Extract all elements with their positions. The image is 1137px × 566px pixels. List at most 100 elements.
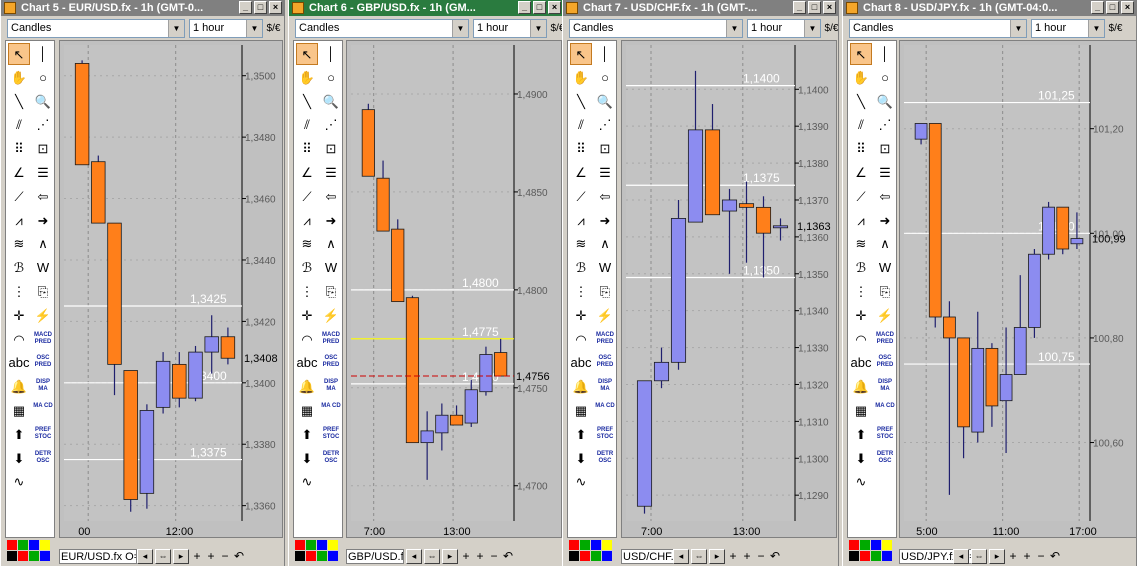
parallel-lines-icon[interactable]: ⫽	[570, 114, 592, 136]
close-button[interactable]: ×	[823, 1, 836, 14]
ma-cd-icon[interactable]: MA CD	[320, 400, 342, 422]
trend-line-icon[interactable]: ╲	[850, 91, 872, 113]
osc-pred-icon[interactable]: OSC PRED	[594, 352, 616, 374]
right-arrow-icon[interactable]: ➜	[32, 210, 54, 232]
color-swatch[interactable]	[295, 551, 305, 561]
cursor-arrow-icon[interactable]: ↖	[570, 43, 592, 65]
pitchfork-icon[interactable]: ⋰	[874, 114, 896, 136]
price-chart[interactable]: 7:00 13:00 1,4900 1,4850 1,4800 1,4750 1,4700 1…	[346, 40, 562, 538]
up-arrow-icon[interactable]: ⬆	[570, 424, 592, 446]
calculator-icon[interactable]: ▦	[570, 400, 592, 422]
export-icon[interactable]: ⎘	[594, 281, 616, 303]
chevron-down-icon[interactable]: ▼	[168, 20, 184, 37]
gann-fan-icon[interactable]: ⩘	[570, 210, 592, 232]
detr-osc-icon[interactable]: DETR OSC	[320, 448, 342, 470]
hand-icon[interactable]: ✋	[296, 67, 318, 89]
gann-fan-icon[interactable]: ⩘	[850, 210, 872, 232]
grid-dots-icon[interactable]: ⠿	[850, 138, 872, 160]
right-arrow-icon[interactable]: ➜	[874, 210, 896, 232]
scroll-right-button[interactable]: ▸	[709, 549, 725, 564]
wave-icon[interactable]: W	[320, 257, 342, 279]
disp-ma-icon[interactable]: DISP MA	[594, 376, 616, 398]
macd-pred-icon[interactable]: MACD PRED	[320, 329, 342, 351]
zoom-icon[interactable]: 🔍	[874, 91, 896, 113]
pitchfork-icon[interactable]: ⋰	[320, 114, 342, 136]
regression-icon[interactable]: ℬ	[8, 257, 30, 279]
hand-icon[interactable]: ✋	[8, 67, 30, 89]
fan-icon[interactable]: ∠	[850, 162, 872, 184]
sine-wave-icon[interactable]: ∿	[850, 471, 872, 493]
maximize-button[interactable]: □	[1106, 1, 1119, 14]
down-arrow-icon[interactable]: ⬇	[850, 448, 872, 470]
zoom-box-icon[interactable]: ⊡	[32, 138, 54, 160]
calculator-icon[interactable]: ▦	[8, 400, 30, 422]
chart-type-select[interactable]: Candles ▼	[7, 19, 185, 38]
scroll-bar-icon[interactable]: ⇔	[971, 549, 987, 564]
disp-ma-icon[interactable]: DISP MA	[874, 376, 896, 398]
fibo-lines-icon[interactable]: ≋	[296, 233, 318, 255]
scroll-bar-icon[interactable]: ⇔	[424, 549, 440, 564]
minimize-button[interactable]: _	[793, 1, 806, 14]
fibo-lines-icon[interactable]: ≋	[570, 233, 592, 255]
crosshair-icon[interactable]: ✛	[8, 305, 30, 327]
color-swatch[interactable]	[882, 540, 892, 550]
angle-icon[interactable]: ∧	[320, 233, 342, 255]
scroll-bar-icon[interactable]: ⇔	[155, 549, 171, 564]
chevron-down-icon[interactable]: ▼	[804, 20, 820, 37]
list-icon[interactable]: ☰	[320, 162, 342, 184]
crosshair-icon[interactable]: +	[741, 549, 753, 564]
fibo-grid-icon[interactable]: ⋮	[850, 281, 872, 303]
trend-line-icon[interactable]: ╲	[8, 91, 30, 113]
zoom-out-icon[interactable]: −	[1035, 549, 1047, 564]
zigzag-icon[interactable]: ⚡	[874, 305, 896, 327]
zoom-in-icon[interactable]: +	[460, 549, 472, 564]
ray-line-icon[interactable]: ⟋	[296, 186, 318, 208]
color-swatch[interactable]	[18, 540, 28, 550]
macd-pred-icon[interactable]: MACD PRED	[594, 329, 616, 351]
interval-select[interactable]: 1 hour ▼	[747, 19, 821, 38]
right-arrow-icon[interactable]: ➜	[594, 210, 616, 232]
chevron-down-icon[interactable]: ▼	[452, 20, 468, 37]
detr-osc-icon[interactable]: DETR OSC	[594, 448, 616, 470]
angle-icon[interactable]: ∧	[594, 233, 616, 255]
maximize-button[interactable]: □	[533, 1, 546, 14]
parallel-lines-icon[interactable]: ⫽	[8, 114, 30, 136]
zoom-out-icon[interactable]: −	[755, 549, 767, 564]
grid-dots-icon[interactable]: ⠿	[296, 138, 318, 160]
detr-osc-icon[interactable]: DETR OSC	[874, 448, 896, 470]
close-button[interactable]: ×	[1121, 1, 1134, 14]
circle-icon[interactable]: ○	[320, 67, 342, 89]
left-arrow-icon[interactable]: ⇦	[594, 186, 616, 208]
zoom-box-icon[interactable]: ⊡	[320, 138, 342, 160]
zoom-box-icon[interactable]: ⊡	[594, 138, 616, 160]
list-icon[interactable]: ☰	[594, 162, 616, 184]
crosshair-icon[interactable]: +	[205, 549, 217, 564]
zigzag-icon[interactable]: ⚡	[594, 305, 616, 327]
color-swatch[interactable]	[860, 551, 870, 561]
ray-line-icon[interactable]: ⟋	[570, 186, 592, 208]
up-arrow-icon[interactable]: ⬆	[8, 424, 30, 446]
regression-icon[interactable]: ℬ	[850, 257, 872, 279]
zoom-icon[interactable]: 🔍	[32, 91, 54, 113]
list-icon[interactable]: ☰	[874, 162, 896, 184]
scroll-right-button[interactable]: ▸	[989, 549, 1005, 564]
color-swatch[interactable]	[602, 551, 612, 561]
zigzag-icon[interactable]: ⚡	[32, 305, 54, 327]
parallel-lines-icon[interactable]: ⫽	[850, 114, 872, 136]
pitchfork-icon[interactable]: ⋰	[32, 114, 54, 136]
ray-line-icon[interactable]: ⟋	[8, 186, 30, 208]
color-swatch[interactable]	[569, 540, 579, 550]
zoom-out-icon[interactable]: −	[488, 549, 500, 564]
vertical-line-icon[interactable]: │	[320, 43, 342, 65]
close-button[interactable]: ×	[548, 1, 561, 14]
fibo-grid-icon[interactable]: ⋮	[8, 281, 30, 303]
pref-stoc-icon[interactable]: PREF STOC	[320, 424, 342, 446]
abc-text-icon[interactable]: abc	[296, 352, 318, 374]
chevron-down-icon[interactable]: ▼	[1010, 20, 1026, 37]
arc-icon[interactable]: ◠	[8, 329, 30, 351]
disp-ma-icon[interactable]: DISP MA	[32, 376, 54, 398]
wave-icon[interactable]: W	[32, 257, 54, 279]
color-swatch[interactable]	[40, 551, 50, 561]
color-swatch[interactable]	[295, 540, 305, 550]
angle-icon[interactable]: ∧	[874, 233, 896, 255]
